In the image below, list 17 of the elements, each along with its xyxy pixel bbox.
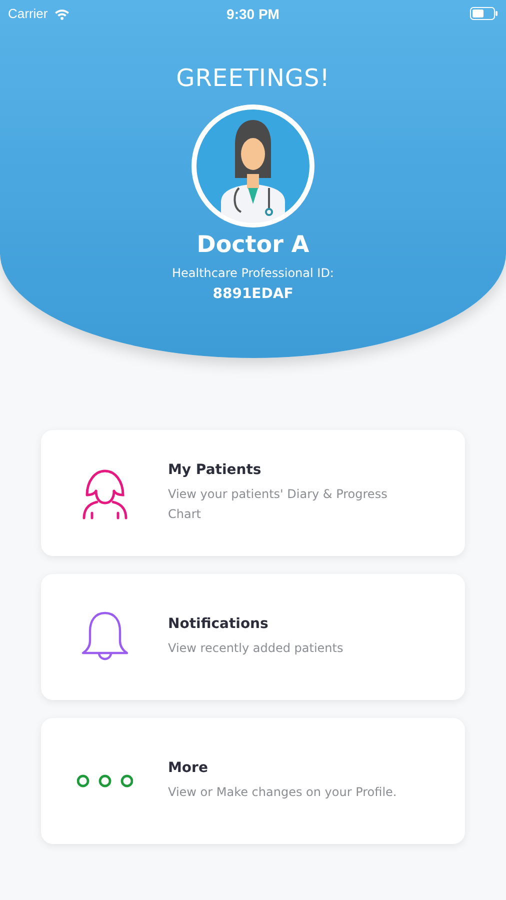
status-time: 9:30 PM bbox=[226, 6, 280, 22]
wifi-icon bbox=[54, 8, 70, 20]
menu-card[interactable]: Notifications View recently added patients bbox=[41, 574, 465, 700]
card-title: Notifications bbox=[168, 616, 270, 632]
menu-card[interactable]: More View or Make changes on your Profile. bbox=[41, 718, 465, 844]
id-label: Healthcare Professional ID: bbox=[172, 266, 334, 280]
card-description: View or Make changes on your Profile. bbox=[168, 784, 397, 801]
card-title: More bbox=[168, 760, 209, 776]
card-description: View recently added patients bbox=[168, 640, 344, 657]
card-title: My Patients bbox=[168, 462, 262, 478]
greeting-title: GREETINGS! bbox=[176, 64, 330, 92]
menu-card[interactable]: My Patients View your patients' Diary & Progress Chart bbox=[41, 430, 465, 556]
carrier-label: Carrier bbox=[8, 6, 48, 21]
doctor-name: Doctor A bbox=[196, 232, 310, 258]
id-value: 8891EDAF bbox=[212, 286, 294, 302]
card-description: View your patients' Diary & Progress Chart bbox=[168, 486, 388, 523]
battery-icon bbox=[470, 7, 498, 20]
